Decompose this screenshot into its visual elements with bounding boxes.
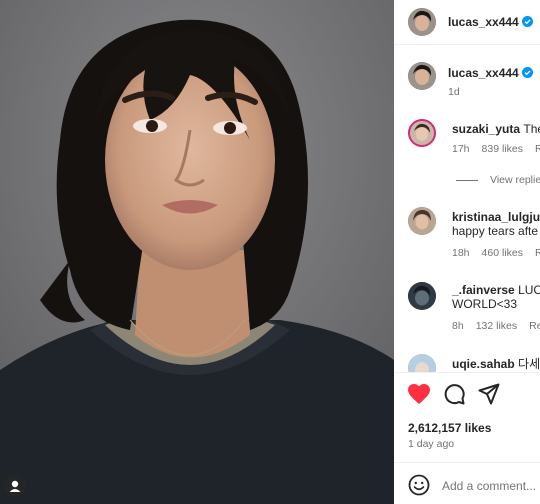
caption-time: 1d bbox=[448, 86, 460, 98]
likes-count[interactable]: 2,612,157 likes bbox=[408, 421, 491, 435]
comment-time: 18h bbox=[452, 247, 470, 259]
comment-item: suzaki_yuta The 17h 839 likes Re bbox=[394, 117, 540, 161]
comment-meta: 8h 132 likes Rep bbox=[452, 320, 540, 332]
username-text[interactable]: lucas_xx444 bbox=[448, 66, 519, 80]
divider bbox=[394, 372, 540, 373]
comment-time: 17h bbox=[452, 143, 470, 155]
post-header: lucas_xx444 bbox=[394, 0, 540, 44]
caption-username[interactable]: lucas_xx444 bbox=[448, 66, 533, 80]
verified-badge-icon bbox=[521, 67, 533, 78]
comment-item: kristinaa_lulgjur happy tears afte 18h 46… bbox=[394, 205, 540, 265]
username-text[interactable]: lucas_xx444 bbox=[448, 15, 519, 29]
avatar[interactable] bbox=[408, 119, 436, 147]
comment-item: uqie.sahab 다세 bbox=[394, 352, 540, 372]
comment-likes[interactable]: 132 likes bbox=[476, 320, 517, 332]
comment-icon bbox=[444, 384, 465, 405]
verified-badge-icon bbox=[521, 16, 533, 27]
view-replies-label[interactable]: View replie bbox=[490, 174, 540, 186]
comment-body: happy tears afte bbox=[452, 224, 539, 238]
avatar[interactable] bbox=[408, 282, 436, 310]
comment-username[interactable]: uqie.sahab bbox=[452, 357, 515, 371]
portrait-image bbox=[0, 0, 394, 504]
reply-button[interactable]: Re bbox=[535, 143, 540, 155]
header-username[interactable]: lucas_xx444 bbox=[448, 15, 533, 29]
avatar-image bbox=[408, 8, 436, 36]
reply-button[interactable]: Rep bbox=[529, 320, 540, 332]
comment-body-line2: WORLD<33 bbox=[452, 297, 518, 311]
heart-icon bbox=[408, 384, 430, 404]
comment-time: 8h bbox=[452, 320, 464, 332]
emoji-button[interactable] bbox=[408, 474, 430, 496]
comments-panel: lucas_xx444 lucas_xx444 1d suzaki_yuta T… bbox=[394, 0, 540, 504]
post-photo[interactable] bbox=[0, 0, 394, 504]
comment-meta: 17h 839 likes Re bbox=[452, 143, 540, 155]
user-tag-icon[interactable] bbox=[4, 475, 26, 497]
comment-username[interactable]: kristinaa_lulgjur bbox=[452, 210, 540, 224]
comment-body: LUCA bbox=[518, 283, 540, 297]
avatar[interactable] bbox=[408, 354, 436, 372]
view-replies-button[interactable]: View replie bbox=[394, 172, 540, 190]
comment-item: _.fainverse LUCA WORLD<33 8h 132 likes Rep bbox=[394, 280, 540, 340]
avatar-image bbox=[408, 207, 436, 235]
like-button[interactable] bbox=[407, 383, 431, 405]
avatar-image bbox=[408, 354, 436, 372]
comment-username[interactable]: suzaki_yuta bbox=[452, 122, 520, 136]
smiley-icon bbox=[408, 474, 430, 496]
replies-line bbox=[456, 180, 478, 181]
caption: lucas_xx444 1d bbox=[394, 58, 540, 102]
comment-text: uqie.sahab 다세 bbox=[452, 355, 540, 372]
comment-body: 다세 bbox=[518, 357, 540, 371]
avatar[interactable] bbox=[408, 207, 436, 235]
comment-button[interactable] bbox=[443, 383, 465, 405]
reply-button[interactable]: Re bbox=[535, 247, 540, 259]
divider bbox=[394, 44, 540, 45]
avatar-image bbox=[410, 121, 434, 145]
comment-likes[interactable]: 460 likes bbox=[482, 247, 523, 259]
person-icon bbox=[9, 480, 21, 492]
avatar-image bbox=[408, 282, 436, 310]
comment-meta: 18h 460 likes Re bbox=[452, 247, 540, 259]
avatar-image bbox=[408, 62, 436, 90]
paper-plane-icon bbox=[478, 383, 500, 405]
divider bbox=[394, 462, 540, 463]
comment-text: suzaki_yuta The bbox=[452, 122, 540, 136]
add-comment-input[interactable] bbox=[442, 476, 538, 496]
post-date: 1 day ago bbox=[408, 438, 455, 450]
comment-text: _.fainverse LUCA bbox=[452, 283, 540, 297]
comment-likes[interactable]: 839 likes bbox=[482, 143, 523, 155]
share-button[interactable] bbox=[478, 383, 500, 405]
comment-username[interactable]: _.fainverse bbox=[452, 283, 515, 297]
comment-body: The bbox=[523, 122, 540, 136]
avatar[interactable] bbox=[408, 62, 436, 90]
avatar[interactable] bbox=[408, 8, 436, 36]
